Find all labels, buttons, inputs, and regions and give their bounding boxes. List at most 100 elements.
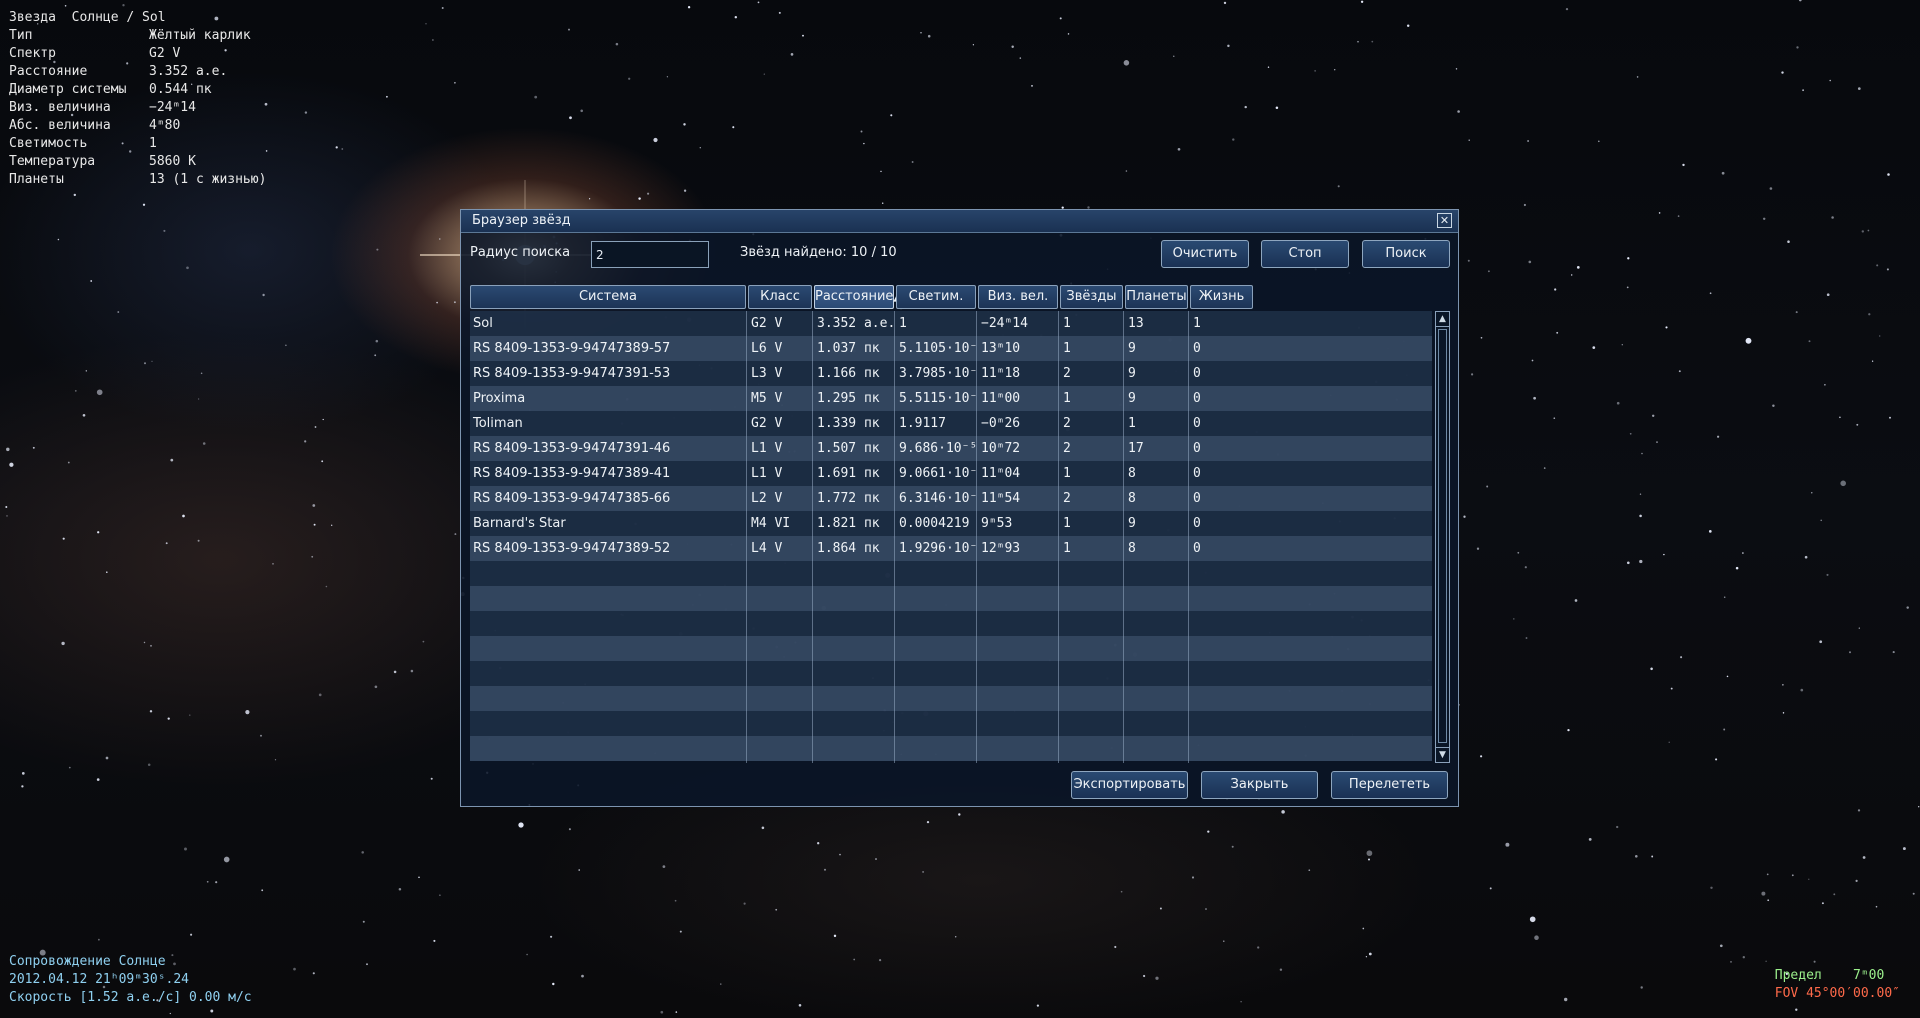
table-cell: 1.772 пк [817,491,880,506]
scroll-up-icon[interactable]: ▲ [1436,312,1449,327]
column-header-6[interactable]: Планеты [1125,285,1188,309]
table-cell: 0 [1193,416,1201,431]
star-info-value: Жёлтый карлик [149,28,251,43]
column-header-2[interactable]: Расстояние▲ [814,285,903,309]
table-cell: L3 V [751,366,783,381]
star-info-key: Светимость [9,136,88,151]
table-cell: 5.1105·10⁻⁶ [899,341,976,356]
close-button[interactable]: Закрыть [1201,771,1318,799]
table-cell: 6.3146·10⁻⁵ [899,491,976,506]
star-info-value: 3.352 а.е. [149,64,228,79]
table-cell: 1 [1128,416,1136,431]
table-cell: 10ᵐ72 [981,441,1021,456]
star-info-key: Диаметр системы [9,82,127,97]
table-row[interactable]: Barnard's Star M4 VI 1.821 пк 0.0004219 9ᵐ53… [470,511,1432,536]
table-cell: 8 [1128,541,1136,556]
table-row[interactable]: Sol G2 V 3.352 а.е. 1 −24ᵐ14 1 13 1 [470,311,1432,336]
table-cell: RS 8409-1353-9-94747391-53 [473,366,671,381]
table-cell: 0 [1193,516,1201,531]
table-row[interactable]: Proxima M5 V 1.295 пк 5.5115·10⁻⁵ 11ᵐ00 1 9 0 [470,386,1432,411]
table-cell: 1 [1193,316,1201,331]
table-cell: RS 8409-1353-9-94747391-46 [473,441,671,456]
table-body: Sol G2 V 3.352 а.е. 1 −24ᵐ14 1 13 1 RS 8409-1353… [470,311,1432,763]
table-cell: 8 [1128,466,1136,481]
star-info-row: Тип Жёлтый карлик [9,27,266,45]
star-info-row: Абс. величина 4ᵐ80 [9,117,266,135]
star-info-value: 1 [149,136,157,151]
star-info-value: 13 (1 с жизнью) [149,172,267,187]
table-scrollbar[interactable]: ▲ ▼ [1435,311,1450,763]
table-cell: 13ᵐ10 [981,341,1021,356]
star-info-key: Виз. величина [9,100,111,115]
table-cell: Proxima [473,391,526,406]
table-cell: 9 [1128,391,1136,406]
row-stripe [470,711,1432,736]
table-cell: 3.352 а.е. [817,316,894,331]
table-cell: G2 V [751,416,783,431]
table-cell: L2 V [751,491,783,506]
table-row[interactable]: RS 8409-1353-9-94747385-66 L2 V 1.772 пк 6.… [470,486,1432,511]
table-row[interactable]: RS 8409-1353-9-94747391-53 L3 V 1.166 пк 3.… [470,361,1432,386]
table-cell: Sol [473,316,493,331]
column-header-4[interactable]: Виз. вел. [978,285,1058,309]
star-info-value: 5860 K [149,154,196,169]
table-cell: RS 8409-1353-9-94747385-66 [473,491,671,506]
table-cell: −0ᵐ26 [981,416,1021,431]
table-cell: 0 [1193,466,1201,481]
star-info-row: Планеты 13 (1 с жизнью) [9,171,266,189]
table-cell: RS 8409-1353-9-94747389-52 [473,541,671,556]
row-stripe [470,661,1432,686]
star-info-key: Тип [9,28,33,43]
stop-button[interactable]: Стоп [1261,240,1349,268]
star-info-panel: Звезда Солнце / Sol Тип Жёлтый карлик Спект… [9,9,266,189]
table-row[interactable]: RS 8409-1353-9-94747389-41 L1 V 1.691 пк 9.… [470,461,1432,486]
search-radius-label: Радиус поиска [470,245,571,260]
column-header-7[interactable]: Жизнь [1190,285,1253,309]
table-cell: 11ᵐ54 [981,491,1021,506]
close-dialog-icon[interactable]: ✕ [1437,213,1452,228]
star-info-key: Планеты [9,172,64,187]
table-cell: 9.0661·10⁻⁵ [899,466,976,481]
scroll-track[interactable] [1438,329,1447,743]
column-header-0[interactable]: Система [470,285,746,309]
search-button[interactable]: Поиск [1362,240,1450,268]
star-info-value: −24ᵐ14 [149,100,196,115]
star-info-key: Спектр [9,46,56,61]
table-cell: 13 [1128,316,1144,331]
table-cell: 11ᵐ18 [981,366,1021,381]
dialog-titlebar[interactable]: Браузер звёзд ✕ [461,210,1458,233]
table-row[interactable]: RS 8409-1353-9-94747389-57 L6 V 1.037 пк 5.… [470,336,1432,361]
column-header-3[interactable]: Светим. [896,285,976,309]
table-row[interactable]: Toliman G2 V 1.339 пк 1.9117 −0ᵐ26 2 1 0 [470,411,1432,436]
table-row[interactable]: RS 8409-1353-9-94747389-52 L4 V 1.864 пк 1.… [470,536,1432,561]
table-row[interactable]: RS 8409-1353-9-94747391-46 L1 V 1.507 пк 9.… [470,436,1432,461]
column-header-5[interactable]: Звёзды [1060,285,1123,309]
table-cell: 8 [1128,491,1136,506]
star-info-value: G2 V [149,46,181,61]
table-header-row: Система Класс Расстояние▲ Светим. Виз. вел. З… [470,285,1430,309]
star-info-row: Температура 5860 K [9,153,266,171]
star-info-row: Звезда Солнце / Sol [9,9,266,27]
table-cell: 1 [899,316,907,331]
scroll-down-icon[interactable]: ▼ [1436,747,1449,762]
clear-button[interactable]: Очистить [1161,240,1249,268]
star-info-key: Абс. величина [9,118,111,133]
row-stripe [470,611,1432,636]
star-info-value: Солнце / Sol [55,10,166,25]
table-cell: Barnard's Star [473,516,566,531]
export-button[interactable]: Экспортировать [1071,771,1188,799]
view-limits-panel: Предел 7ᵐ00 FOV 45°00′00.00″ [1775,967,1900,1003]
follow-target-text: Сопровождение Солнце [9,954,166,969]
star-info-row: Диаметр системы 0.544 пк [9,81,266,99]
table-cell: 1.166 пк [817,366,880,381]
column-header-1[interactable]: Класс [748,285,812,309]
table-cell: 1 [1063,391,1071,406]
fov-text: FOV 45°00′00.00″ [1774,986,1900,1001]
table-cell: 1 [1063,466,1071,481]
table-cell: 0 [1193,441,1201,456]
table-cell: 11ᵐ04 [981,466,1021,481]
fly-to-button[interactable]: Перелететь [1331,771,1448,799]
table-cell: 1.295 пк [817,391,880,406]
search-radius-input[interactable] [591,241,709,268]
table-cell: 2 [1063,491,1071,506]
